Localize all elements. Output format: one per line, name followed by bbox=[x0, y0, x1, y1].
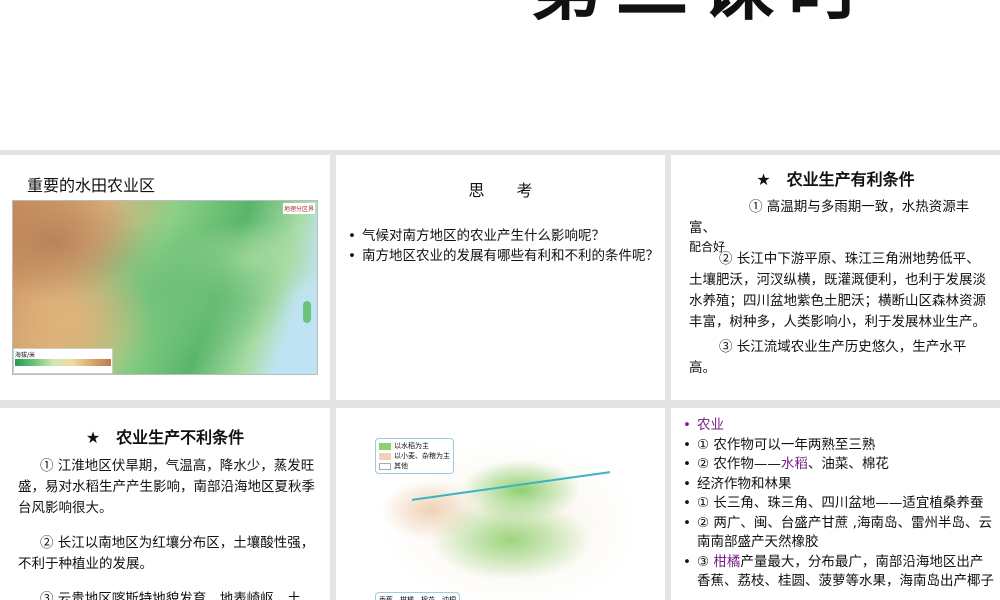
panel-heading: 重要的水田农业区 bbox=[27, 176, 156, 195]
legend-item: 以水稻为主 bbox=[394, 442, 429, 450]
list-text: ③ bbox=[697, 553, 714, 570]
legend-item: 棉花 bbox=[421, 596, 435, 600]
list-text: ① 长三角、珠三角、四川盆地——适宜植桑养蚕 bbox=[697, 495, 984, 511]
panel-paddy-map: 重要的水田农业区 海拔/米 地理分区界 bbox=[0, 155, 330, 400]
panel-think: 思 考 气候对南方地区的农业产生什么影响呢？ 南方地区农业的发展有哪些有利和不利… bbox=[336, 155, 665, 400]
taiwan-island bbox=[303, 301, 311, 323]
yangtze-river bbox=[411, 471, 611, 501]
paragraph: ② 长江以南地区为红壤分布区，土壤酸性强，不利于种植业的发展。 bbox=[18, 535, 315, 572]
list-item: ② 两广、闽、台盛产甘蔗 ,海南岛、雷州半岛、云南南部盛产天然橡胶 bbox=[683, 514, 994, 553]
slide-title: 第二课时 bbox=[530, 0, 874, 28]
legend-item: 以小麦、杂粮为主 bbox=[394, 452, 450, 460]
panel-heading: ★ 农业生产不利条件 bbox=[85, 428, 245, 447]
list-item: ③ 柑橘产量最大，分布最广，南部沿海地区出产香蕉、荔枝、桂圆、菠萝等水果，海南岛… bbox=[683, 553, 994, 592]
panel-agriculture-list: 农业 ① 农作物可以一年两熟至三熟 ② 农作物——水稻、油菜、棉花经济作物和林果 ① … bbox=[671, 408, 1000, 600]
panel-heading: 思 考 bbox=[468, 181, 533, 200]
paragraph: ① 江淮地区伏旱期，气温高，降水少，蒸发旺盛，易对水稻生产产生影响，南部沿海地区… bbox=[18, 458, 315, 516]
list-item: ② 农作物——水稻、油菜、棉花 bbox=[683, 455, 994, 475]
legend-item: 其他 bbox=[394, 462, 408, 470]
highlight-text: 农业 bbox=[697, 417, 724, 433]
list-text: 产量最大，分布最广，南部沿海地区出产香蕉、荔枝、桂圆、菠萝等水果，海南岛出产椰子 bbox=[697, 553, 994, 590]
terrain-map: 海拔/米 地理分区界 bbox=[12, 200, 318, 375]
question-item: 南方地区农业的发展有哪些有利和不利的条件呢？ bbox=[348, 247, 659, 267]
list-text: ② 两广、闽、台盛产甘蔗 ,海南岛、雷州半岛、云南南部盛产天然橡胶 bbox=[697, 514, 992, 551]
legend-item: 油桐 bbox=[442, 596, 456, 600]
paragraph: ③ 长江流域农业生产历史悠久，生产水平高。 bbox=[689, 339, 967, 376]
list-text: 经济作物和林果 bbox=[697, 475, 792, 492]
paragraph: ① 高温期与多雨期一致，水热资源丰富、 bbox=[689, 199, 970, 236]
list-item: ① 农作物可以一年两熟至三熟 bbox=[683, 436, 994, 456]
paragraph: ③ 云贵地区喀斯特地貌发育，地表崎岖，土 bbox=[40, 591, 301, 600]
crop-legend: 香蕉 柑橘 棉花 油桐 bbox=[375, 592, 460, 600]
list-text: 、油菜、棉花 bbox=[807, 456, 889, 472]
land-use-legend: 以水稻为主 以小麦、杂粮为主 其他 bbox=[375, 438, 454, 474]
list-item: 经济作物和林果 bbox=[683, 475, 994, 495]
legend-title: 海拔/米 bbox=[15, 352, 36, 359]
list-item: ① 长三角、珠三角、四川盆地——适宜植桑养蚕 bbox=[683, 494, 994, 514]
crop-distribution-map: 以水稻为主 以小麦、杂粮为主 其他 香蕉 柑橘 棉花 油桐 bbox=[371, 430, 631, 600]
list-text: ② 农作物—— bbox=[697, 456, 781, 472]
legend-item: 香蕉 bbox=[379, 596, 393, 600]
panel-crop-map: 以水稻为主 以小麦、杂粮为主 其他 香蕉 柑橘 棉花 油桐 bbox=[336, 408, 665, 600]
panel-heading: ★ 农业生产有利条件 bbox=[756, 170, 915, 189]
list-item: 农业 bbox=[683, 416, 994, 436]
highlight-text: 水稻 bbox=[780, 456, 808, 472]
agriculture-list: 农业 ① 农作物可以一年两熟至三熟 ② 农作物——水稻、油菜、棉花经济作物和林果 ① … bbox=[683, 416, 994, 592]
paragraph: ② 长江中下游平原、珠江三角洲地势低平、土壤肥沃，河汊纵横，既灌溉便利，也利于发… bbox=[689, 251, 986, 330]
question-item: 气候对南方地区的农业产生什么影响呢？ bbox=[348, 227, 659, 247]
boundary-legend: 地理分区界 bbox=[282, 203, 315, 214]
panel-unfavorable: ★ 农业生产不利条件 ① 江淮地区伏旱期，气温高，降水少，蒸发旺盛，易对水稻生产… bbox=[0, 408, 330, 600]
panel-favorable: ★ 农业生产有利条件 ① 高温期与多雨期一致，水热资源丰富、 配合好 ② 长江中… bbox=[671, 155, 1000, 400]
legend-item: 柑橘 bbox=[400, 596, 414, 600]
list-text: ① 农作物可以一年两熟至三熟 bbox=[697, 436, 876, 453]
slide-grid: 重要的水田农业区 海拔/米 地理分区界 思 考 气候对南方地区的农业产生什么影响… bbox=[0, 150, 1000, 600]
elevation-legend: 海拔/米 bbox=[13, 348, 113, 374]
highlight-text: 柑橘 bbox=[713, 553, 741, 570]
